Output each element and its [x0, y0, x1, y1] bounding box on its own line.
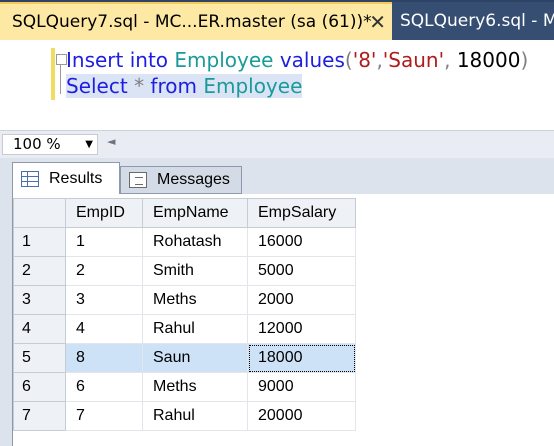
- table-name: Employee: [174, 48, 274, 72]
- column-header[interactable]: EmpSalary: [247, 198, 356, 228]
- code-line-select[interactable]: Select * from Employee: [66, 74, 303, 98]
- comma: ,: [444, 48, 451, 72]
- cell-empsalary[interactable]: 12000: [247, 314, 356, 344]
- cell-empid[interactable]: 6: [65, 372, 143, 402]
- keyword: from: [150, 74, 197, 98]
- grid-icon: [21, 170, 39, 187]
- cell-empid[interactable]: 4: [65, 314, 143, 344]
- table-row[interactable]: 5 8 Saun 18000: [13, 343, 356, 373]
- string-literal: 'Saun': [382, 48, 445, 72]
- cell-empname[interactable]: Smith: [142, 256, 248, 286]
- tab-title: SQLQuery6.sql - M: [400, 11, 554, 31]
- cell-empname[interactable]: Meths: [142, 372, 248, 402]
- table-row[interactable]: 2 2 Smith 5000: [13, 256, 356, 286]
- cell-empsalary[interactable]: 16000: [247, 227, 356, 257]
- column-header[interactable]: EmpID: [65, 198, 143, 228]
- code-line-insert[interactable]: Insert into Employee values('8','Saun', …: [66, 48, 528, 72]
- row-number[interactable]: 7: [13, 401, 66, 431]
- cell-empsalary[interactable]: 18000: [247, 343, 356, 373]
- chevron-down-icon[interactable]: ▼: [85, 135, 93, 154]
- star-operator: *: [134, 74, 145, 98]
- header-row: EmpID EmpName EmpSalary: [13, 198, 356, 228]
- keyword: into: [129, 48, 169, 72]
- cell-empid[interactable]: 8: [65, 343, 143, 373]
- editor-status-bar: 100 % ▼ ◄: [0, 130, 554, 159]
- cell-empid[interactable]: 1: [65, 227, 143, 257]
- row-number[interactable]: 3: [13, 285, 66, 315]
- row-number[interactable]: 1: [13, 227, 66, 257]
- paren: (: [344, 48, 353, 72]
- row-number[interactable]: 6: [13, 372, 66, 402]
- close-icon[interactable]: ✕: [369, 10, 386, 34]
- row-number[interactable]: 5: [13, 343, 66, 373]
- table-name: Employee: [203, 74, 303, 98]
- number-literal: 18000: [456, 48, 521, 72]
- corner-cell[interactable]: [13, 198, 66, 228]
- tab-label: Results: [49, 169, 103, 187]
- table-row[interactable]: 6 6 Meths 9000: [13, 372, 356, 402]
- messages-icon: [129, 172, 147, 188]
- tab-sqlquery6[interactable]: SQLQuery6.sql - M: [392, 2, 554, 40]
- cell-empname[interactable]: Rohatash: [142, 227, 248, 257]
- cell-empid[interactable]: 7: [65, 401, 143, 431]
- tab-results[interactable]: Results: [12, 162, 120, 194]
- cell-empname[interactable]: Saun: [142, 343, 248, 373]
- cell-empname[interactable]: Rahul: [142, 401, 248, 431]
- row-number[interactable]: 4: [13, 314, 66, 344]
- tab-messages[interactable]: Messages: [120, 166, 242, 194]
- cell-empname[interactable]: Meths: [142, 285, 248, 315]
- keyword: Insert: [66, 48, 124, 72]
- cell-empid[interactable]: 2: [65, 256, 143, 286]
- cell-empsalary[interactable]: 2000: [247, 285, 356, 315]
- keyword: Select: [66, 74, 128, 98]
- outline-guide: [60, 64, 61, 94]
- cell-empsalary[interactable]: 20000: [247, 401, 356, 431]
- tab-sqlquery7[interactable]: SQLQuery7.sql - MC...ER.master (sa (61))…: [0, 2, 392, 40]
- table-row[interactable]: 4 4 Rahul 12000: [13, 314, 356, 344]
- tab-title: SQLQuery7.sql - MC...ER.master (sa (61))…: [12, 12, 372, 32]
- scroll-left-icon[interactable]: ◄: [107, 135, 115, 148]
- cell-empid[interactable]: 3: [65, 285, 143, 315]
- table-row[interactable]: 1 1 Rohatash 16000: [13, 227, 356, 257]
- zoom-value: 100 %: [13, 135, 61, 153]
- cell-empsalary[interactable]: 5000: [247, 256, 356, 286]
- paren: ): [520, 48, 529, 72]
- cell-empsalary[interactable]: 9000: [247, 372, 356, 402]
- change-marker: [51, 48, 55, 100]
- query-editor[interactable]: Insert into Employee values('8','Saun', …: [0, 40, 554, 130]
- results-grid[interactable]: EmpID EmpName EmpSalary 1 1 Rohatash 16000 2…: [12, 194, 554, 446]
- keyword: values: [279, 48, 345, 72]
- zoom-select[interactable]: 100 % ▼: [2, 134, 98, 155]
- column-header[interactable]: EmpName: [142, 198, 248, 228]
- row-number[interactable]: 2: [13, 256, 66, 286]
- table-row[interactable]: 3 3 Meths 2000: [13, 285, 356, 315]
- results-table[interactable]: EmpID EmpName EmpSalary 1 1 Rohatash 16000 2…: [13, 198, 356, 431]
- table-row[interactable]: 7 7 Rahul 20000: [13, 401, 356, 431]
- tab-label: Messages: [157, 171, 230, 188]
- cell-empname[interactable]: Rahul: [142, 314, 248, 344]
- document-tab-strip: SQLQuery7.sql - MC...ER.master (sa (61))…: [0, 0, 554, 40]
- string-literal: '8': [352, 48, 377, 72]
- results-pane: Results Messages EmpID EmpName EmpSalary…: [0, 158, 554, 446]
